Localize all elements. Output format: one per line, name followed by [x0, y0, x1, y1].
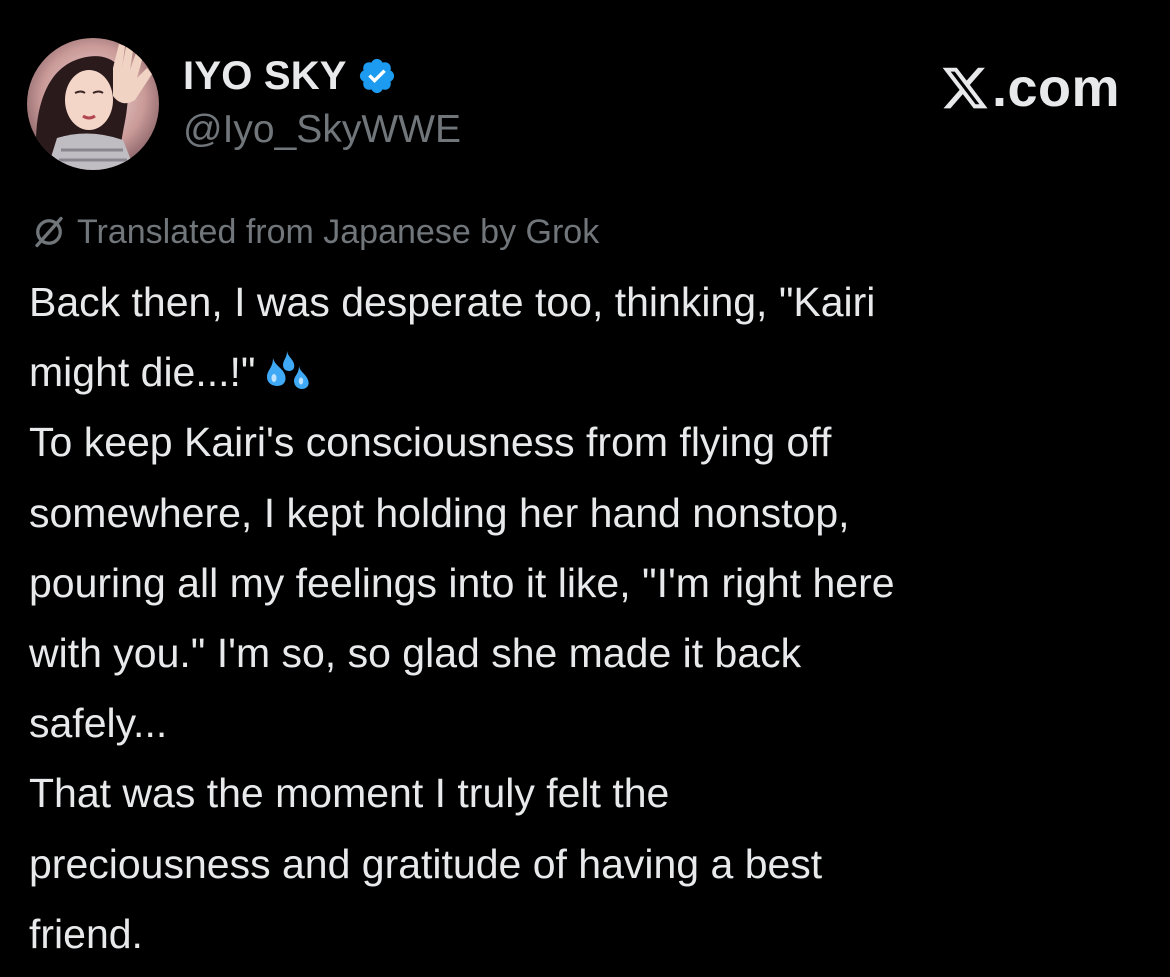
tweet-line: Back then, I was desperate too, thinking… [29, 279, 876, 325]
brand-logo[interactable]: .com [940, 58, 1120, 118]
grok-icon [31, 214, 67, 250]
avatar[interactable] [27, 38, 159, 170]
tweet-card: IYO SKY @Iyo_SkyWWE .com Translated from… [0, 0, 1170, 977]
brand-domain-suffix: .com [991, 58, 1120, 118]
tweet-line: pouring all my feelings into it like, "I… [29, 559, 895, 606]
tweet-line: To keep Kairi's consciousness from flyin… [29, 419, 832, 466]
tweet-line: friend. [29, 910, 143, 957]
tweet-line: That was the moment I truly felt the [29, 770, 670, 817]
translation-note: Translated from Japanese by Grok [31, 210, 599, 254]
sweat-droplets-emoji-icon [265, 345, 313, 393]
display-name-row: IYO SKY [183, 52, 397, 100]
user-handle[interactable]: @Iyo_SkyWWE [183, 108, 461, 152]
tweet-line: might die...!" [29, 337, 1144, 407]
tweet-line: preciousness and gratitude of having a b… [29, 840, 823, 887]
translation-note-text: Translated from Japanese by Grok [77, 212, 600, 251]
x-logo-icon [940, 63, 990, 113]
tweet-line: somewhere, I kept holding her hand nonst… [29, 489, 850, 536]
verified-badge-icon [357, 56, 397, 96]
tweet-line-text: might die...!" [29, 349, 256, 396]
tweet-line: safely... [29, 700, 168, 747]
tweet-line: with you." I'm so, so glad she made it b… [29, 629, 802, 676]
tweet-text: Back then, I was desperate too, thinking… [29, 267, 1144, 969]
avatar-photo [27, 38, 159, 170]
display-name[interactable]: IYO SKY [183, 54, 347, 99]
